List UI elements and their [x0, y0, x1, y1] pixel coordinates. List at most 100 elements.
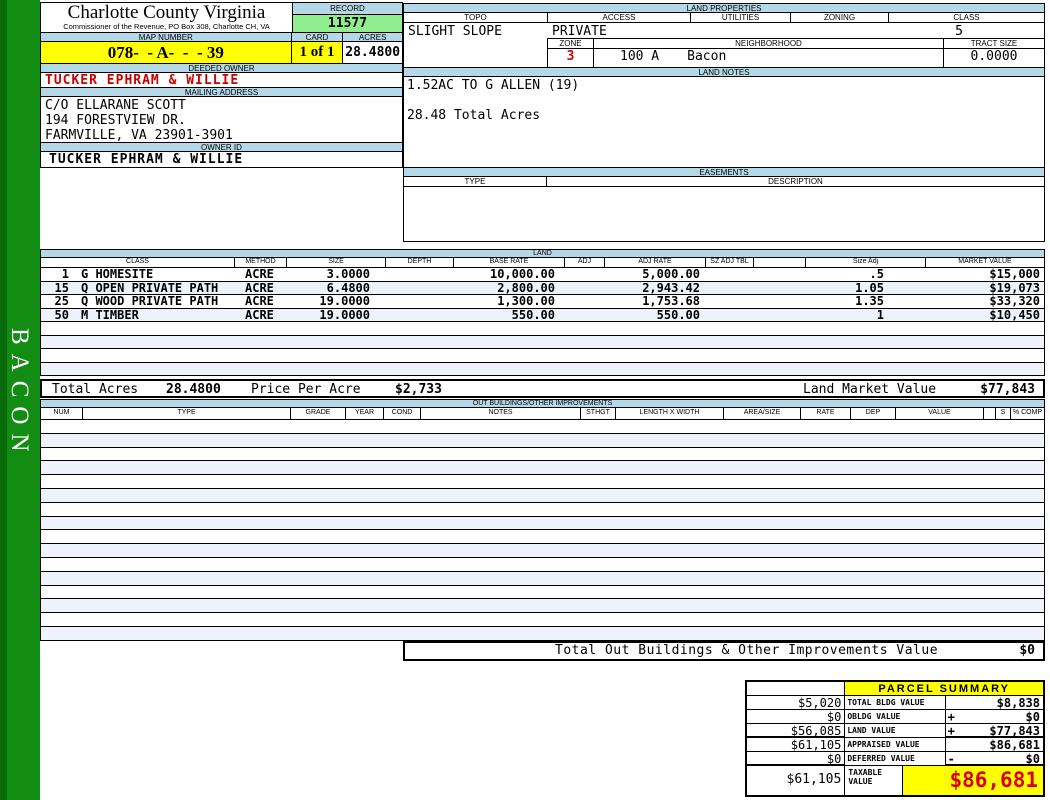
class-name: Q OPEN PRIVATE PATH	[81, 281, 219, 295]
sz-adj-tbl-cell	[706, 295, 754, 308]
depth-cell	[386, 295, 454, 308]
column-header	[754, 258, 806, 267]
adj-cell	[565, 268, 605, 281]
taxable-value-label: TAXABLE VALUE	[844, 765, 903, 796]
county-header: Charlotte County Virginia Commissioner o…	[40, 2, 293, 33]
column-header: SZ ADJ TBL	[706, 258, 754, 267]
empty-row	[40, 516, 1045, 531]
adj-cell	[565, 309, 605, 322]
land-empty-rows	[40, 322, 1045, 376]
land-note-line: 28.48 Total Acres	[407, 108, 541, 123]
easements-body	[403, 186, 1045, 242]
market-value-cell: $19,073	[989, 281, 1040, 294]
row-num: 15	[54, 281, 69, 295]
land-properties-values: SLIGHT SLOPE PRIVATE 5 ZONE NEIGHBORHOOD…	[403, 22, 1045, 68]
adj-cell	[565, 282, 605, 295]
summary-value-cell: $8,838	[944, 695, 1044, 710]
depth-cell	[386, 309, 454, 322]
neighborhood-vertical-label: BACON	[6, 328, 33, 461]
empty-row	[40, 447, 1045, 462]
summary-value-cell: + $77,843	[944, 723, 1044, 738]
size-adj-cell: 1.35	[855, 295, 884, 308]
column-header: LENGTH X WIDTH	[616, 408, 724, 419]
topo-value: SLIGHT SLOPE	[408, 24, 502, 39]
column-header: DEPTH	[386, 258, 454, 267]
operator	[946, 738, 948, 751]
prior-value-cell: $0	[746, 751, 846, 766]
column-header: DEP	[851, 408, 896, 419]
column-header: TOPO	[404, 13, 548, 22]
column-header: ACCESS	[548, 13, 691, 22]
land-row: 25 Q WOOD PRIVATE PATH ACRE 19.0000 1,300…	[40, 295, 1045, 309]
column-header: TYPE	[83, 408, 291, 419]
method-cell: ACRE	[245, 268, 274, 281]
empty-row	[40, 557, 1045, 572]
summary-value: $0	[1025, 710, 1040, 724]
column-header: BASE RATE	[454, 258, 565, 267]
prior-value-cell	[746, 681, 846, 696]
summary-value: $0	[1025, 752, 1040, 766]
row-num: 25	[54, 295, 69, 308]
out-buildings-total: Total Out Buildings & Other Improvements…	[403, 641, 1045, 661]
out-buildings-total-label: Total Out Buildings & Other Improvements…	[555, 643, 939, 658]
empty-row	[40, 530, 1045, 545]
prior-value-cell: $56,085	[746, 723, 846, 738]
parcel-summary-title: PARCEL SUMMARY	[844, 681, 1044, 696]
acres-value: 28.4800	[342, 41, 403, 64]
empty-row	[40, 322, 1045, 336]
land-note-line: 1.52AC TO G ALLEN (19)	[407, 78, 580, 93]
owner-id-value: TUCKER EPHRAM & WILLIE	[40, 151, 403, 168]
column-header: NUM	[41, 408, 83, 419]
summary-row: $56,085 LAND VALUE + $77,843	[746, 723, 1044, 738]
column-header: NOTES	[421, 408, 581, 419]
column-header: METHOD	[235, 258, 287, 267]
summary-value-cell: $86,681	[944, 737, 1044, 752]
empty-row	[40, 420, 1045, 434]
empty-row	[40, 502, 1045, 517]
land-market-value: $77,843	[980, 382, 1035, 397]
zone-table: ZONE NEIGHBORHOOD TRACT SIZE 3 100 A Baco…	[547, 38, 1045, 68]
column-header: COND	[384, 408, 421, 419]
record-label: RECORD	[293, 3, 402, 15]
summary-header-row: PARCEL SUMMARY	[746, 681, 1044, 696]
operator	[946, 696, 948, 709]
empty-row	[40, 488, 1045, 503]
taxable-value: $86,681	[901, 765, 1044, 796]
operator: +	[947, 724, 955, 738]
column-header: UTILITIES	[691, 13, 791, 22]
land-table: LAND CLASS METHOD SIZE DEPTH BASE RATE A…	[40, 249, 1045, 398]
out-buildings-empty-rows	[40, 420, 1045, 641]
adj-rate-cell: 550.00	[656, 308, 700, 321]
tract-size-value: 0.0000	[970, 49, 1018, 64]
neighborhood-sidebar: BACON	[0, 0, 40, 800]
land-row: 50 M TIMBER ACRE 19.0000 550.00 550.00 1 …	[40, 308, 1045, 322]
land-table-columns: CLASS METHOD SIZE DEPTH BASE RATE ADJ AD…	[40, 257, 1045, 268]
county-subtitle: Commissioner of the Revenue, PO Box 308,…	[63, 22, 270, 31]
out-buildings-table: OUT BUILDINGS/OTHER IMPROVEMENTS NUM TYP…	[40, 399, 1045, 661]
empty-row	[40, 599, 1045, 614]
county-title: Charlotte County Virginia	[67, 2, 266, 23]
column-header: YEAR	[346, 408, 384, 419]
column-header: ADJ RATE	[605, 258, 706, 267]
market-value-cell: $10,450	[989, 308, 1040, 321]
empty-row	[40, 475, 1045, 489]
neighborhood-name: Bacon	[687, 49, 727, 64]
zone-label: ZONE	[548, 39, 594, 49]
column-header: MARKET VALUE	[958, 258, 1012, 265]
prior-value-cell: $5,020	[746, 695, 846, 710]
empty-row	[40, 433, 1045, 448]
summary-row: $5,020 TOTAL BLDG VALUE $8,838	[746, 695, 1044, 710]
summary-value-cell: + $0	[944, 709, 1044, 724]
sz-adj-tbl-cell	[706, 282, 754, 295]
record-box: RECORD 11577	[292, 2, 403, 33]
address-line: FARMVILLE, VA 23901-3901	[45, 128, 233, 143]
column-header: % COMP	[1012, 409, 1043, 416]
row-num: 50	[54, 308, 69, 322]
column-header: ZONING	[791, 13, 889, 22]
owner-panel: Charlotte County Virginia Commissioner o…	[40, 2, 403, 168]
empty-row	[40, 613, 1045, 627]
property-record-card: BACON Charlotte County Virginia Commissi…	[0, 0, 1050, 800]
sz-adj-tbl-cell	[706, 268, 754, 281]
summary-label: DEFERRED VALUE	[844, 751, 946, 766]
price-per-acre-label: Price Per Acre	[251, 382, 361, 397]
